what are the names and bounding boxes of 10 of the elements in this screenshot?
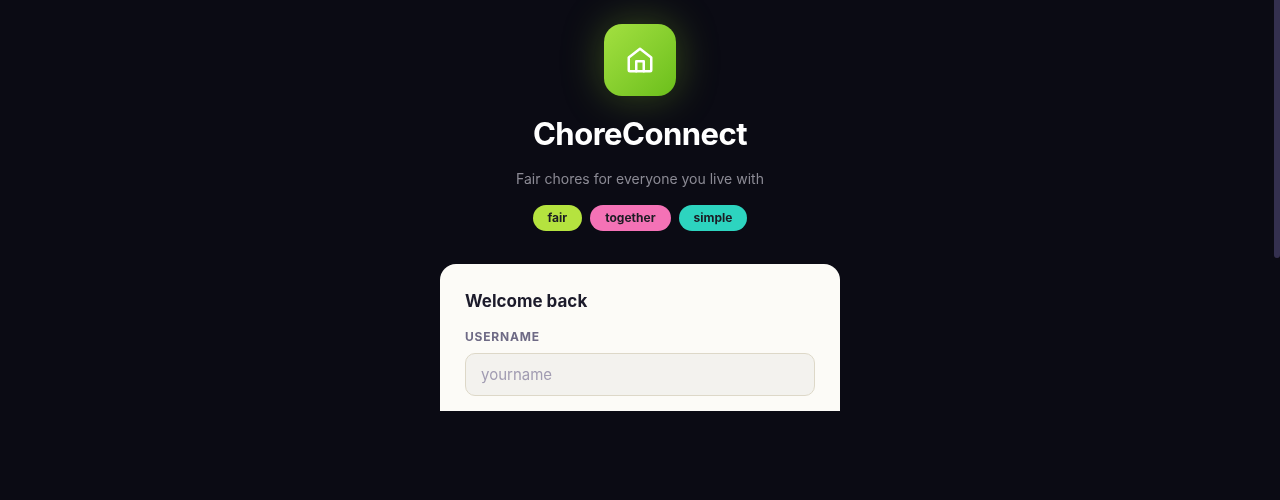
scrollbar-thumb[interactable] [1274,0,1280,258]
tag: fair [532,205,583,231]
tag: simple [678,205,748,231]
app-title: ChoreConnect [532,114,748,154]
field-label: USERNAME [465,330,541,344]
username-field[interactable]: yourname [465,353,815,396]
app-tagline: Fair chores for everyone you live with [516,170,764,188]
tag: together [590,205,671,231]
house-icon [625,45,655,75]
card-title: Welcome back [465,291,589,311]
